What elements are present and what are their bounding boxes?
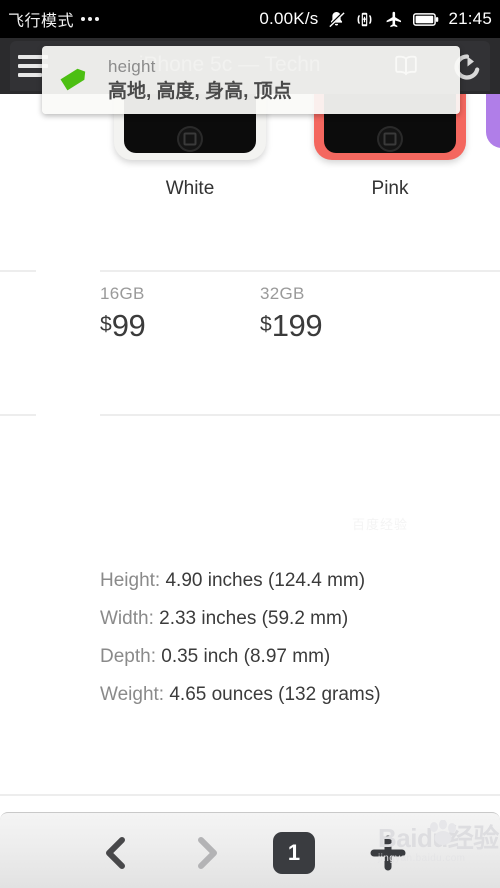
spec-label: Depth: [100,646,156,667]
browser-bottom-nav: 1 [0,812,500,888]
status-dots-icon [81,17,100,21]
vibrate-icon [355,10,374,29]
status-bar-right: 0.00K/s 21:45 [259,9,492,29]
product-label-pink: Pink [371,178,409,199]
airplane-mode-icon [383,10,404,29]
iphone-purple-image-partial[interactable] [486,94,500,148]
spec-label: Weight: [100,684,165,705]
divider-footer [0,794,500,796]
airplane-mode-label: 飞行模式 [8,13,75,30]
green-tag-icon [58,61,94,100]
page-watermark: 百度经验 [352,517,409,532]
spec-row: Width: 2.33 inches (59.2 mm) [100,600,460,638]
product-label-white: White [165,178,215,199]
capacity-label-16gb: 16GB [100,284,145,303]
bell-muted-icon [327,10,346,29]
spec-value: 4.90 inches (124.4 mm) [165,570,366,591]
tab-switcher-button[interactable]: 1 [272,831,316,875]
price-block-32gb: 32GB $199 [260,284,323,344]
battery-icon [413,12,439,27]
divider-left-top [0,270,36,272]
tab-count-label: 1 [273,832,315,874]
translation-source-word: height [108,56,156,76]
spec-label: Width: [100,608,154,629]
phone-screen: 飞行模式 0.00K/s 21:45 height 高地, 高度, 身高, 顶点… [0,0,500,888]
currency-symbol: $ [100,313,112,336]
price-block-16gb: 16GB $99 [100,284,146,344]
divider-left-bottom [0,414,36,416]
spec-value: 0.35 inch (8.97 mm) [161,646,331,667]
plus-icon [370,835,406,871]
spec-value: 2.33 inches (59.2 mm) [159,608,349,629]
forward-button[interactable] [180,831,234,875]
chevron-left-icon [106,837,125,869]
price-value-16gb: $99 [100,307,146,344]
price-value-32gb: $199 [260,307,323,344]
spec-row: Weight: 4.65 ounces (132 grams) [100,676,460,714]
home-button-graphic [177,126,203,152]
divider-right-top [100,270,500,272]
back-button[interactable] [88,831,142,875]
translation-result: 高地, 高度, 身高, 顶点 [108,80,292,102]
clock-label: 21:45 [448,9,492,28]
web-page-content: White Pink 16GB $99 32GB $199 百度经验 Heigh… [0,94,500,812]
divider-right-bottom [100,414,500,416]
network-speed-label: 0.00K/s [259,9,319,28]
specs-list: Height: 4.90 inches (124.4 mm) Width: 2.… [100,562,460,714]
spec-row: Depth: 0.35 inch (8.97 mm) [100,638,460,676]
chevron-right-icon [198,837,217,869]
currency-symbol: $ [260,313,272,336]
translation-popup[interactable]: height 高地, 高度, 身高, 顶点 [42,46,460,114]
translation-text: height 高地, 高度, 身高, 顶点 [108,56,292,105]
capacity-label-32gb: 32GB [260,284,305,303]
new-tab-button[interactable] [364,831,412,875]
spec-row: Height: 4.90 inches (124.4 mm) [100,562,460,600]
spec-label: Height: [100,570,161,591]
price-amount: 99 [111,308,146,343]
status-bar: 飞行模式 0.00K/s 21:45 [0,0,500,38]
status-bar-left: 飞行模式 [8,7,100,31]
price-amount: 199 [271,308,323,343]
spec-value: 4.65 ounces (132 grams) [169,684,381,705]
home-button-graphic [377,126,403,152]
